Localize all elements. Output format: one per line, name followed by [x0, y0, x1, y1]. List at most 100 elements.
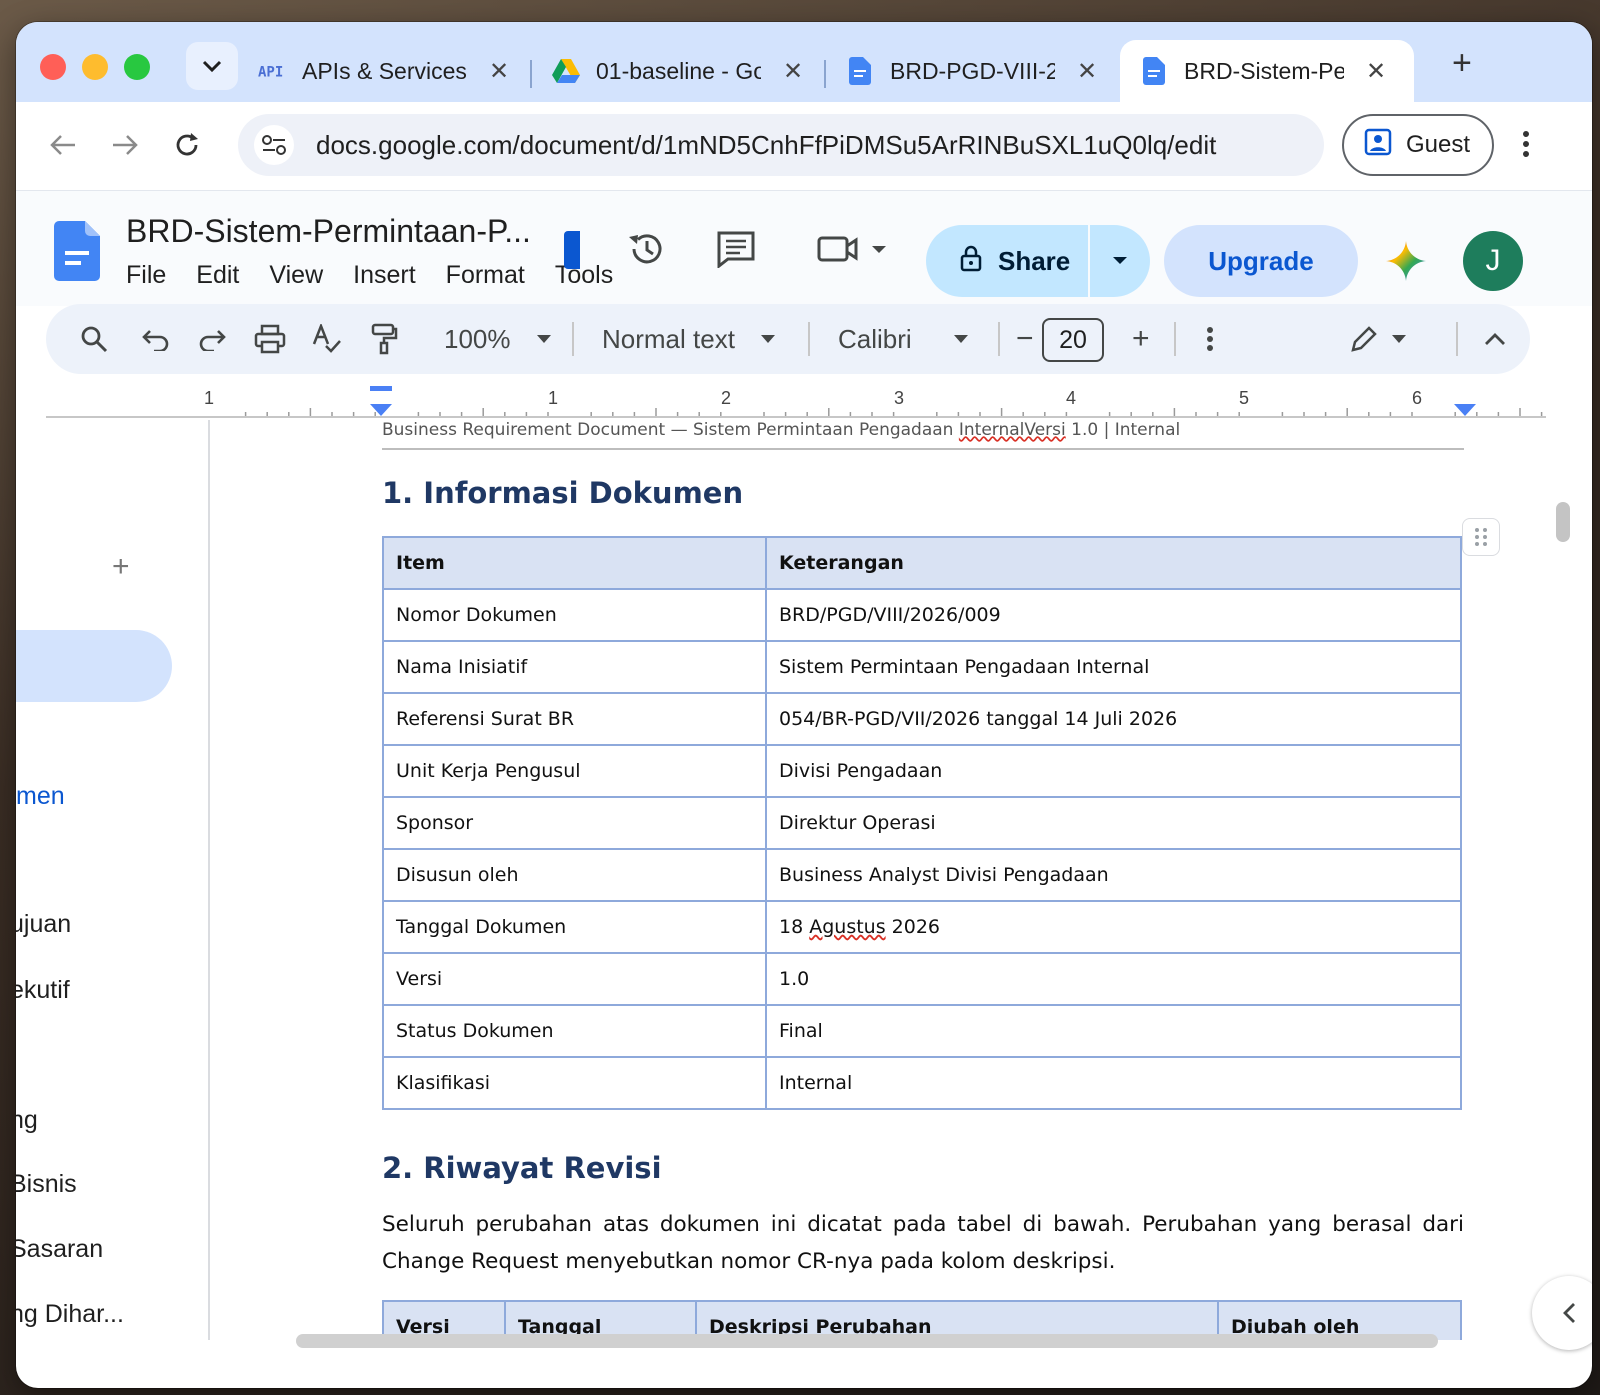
menu-view[interactable]: View	[269, 261, 323, 290]
google-docs-icon	[1140, 57, 1168, 85]
editing-mode-icon[interactable]	[1350, 304, 1406, 374]
back-icon[interactable]	[46, 128, 80, 162]
outline-item[interactable]: ujuan	[16, 910, 71, 939]
outline-item[interactable]: ng Dihar...	[16, 1300, 124, 1329]
reload-icon[interactable]	[170, 128, 204, 162]
outline-item[interactable]: Sasaran	[16, 1235, 103, 1264]
tab-apis-services[interactable]: API APIs & Services ✕	[238, 40, 529, 102]
font-select[interactable]: Calibri	[838, 304, 968, 374]
close-tab-icon[interactable]: ✕	[489, 57, 509, 86]
table-cell: 1.0	[765, 952, 1462, 1006]
paint-format-icon[interactable]	[370, 304, 398, 374]
ruler: 1 1 2 3 4 5 6	[46, 384, 1546, 418]
table-drag-handle-icon[interactable]	[1462, 518, 1500, 556]
menu-format[interactable]: Format	[446, 261, 525, 290]
close-tab-icon[interactable]: ✕	[1366, 57, 1386, 86]
style-select[interactable]: Normal text	[602, 304, 775, 374]
print-icon[interactable]	[254, 304, 286, 374]
table-cell: Direktur Operasi	[765, 796, 1462, 850]
menu-insert[interactable]: Insert	[353, 261, 416, 290]
section-heading: 1. Informasi Dokumen	[382, 476, 744, 510]
address-bar[interactable]: docs.google.com/document/d/1mND5CnhFfPiD…	[238, 114, 1324, 176]
tab-baseline[interactable]: 01-baseline - Go ✕	[532, 40, 823, 102]
increase-font-size-icon[interactable]: +	[1132, 304, 1150, 374]
toolbar-separator	[808, 322, 810, 356]
share-dropdown-icon[interactable]	[1090, 256, 1150, 266]
redo-icon[interactable]	[198, 304, 226, 374]
hide-menus-icon[interactable]	[1484, 304, 1506, 374]
misspelled-word: Agustus	[809, 916, 886, 938]
tab-search-button[interactable]	[186, 42, 238, 90]
chevron-down-icon	[953, 335, 968, 343]
table-row: Status Dokumen Final	[382, 1004, 1462, 1058]
meet-icon[interactable]	[812, 227, 892, 271]
gemini-icon[interactable]	[1386, 241, 1426, 286]
comments-icon[interactable]	[714, 227, 758, 271]
upgrade-button[interactable]: Upgrade	[1164, 225, 1358, 297]
close-tab-icon[interactable]: ✕	[1077, 57, 1097, 86]
table-header-cell: Item	[382, 536, 767, 590]
profile-button[interactable]: Guest	[1342, 114, 1494, 176]
menu-bar: File Edit View Insert Format Tools	[126, 251, 686, 301]
version-history-icon[interactable]	[624, 227, 668, 271]
close-tab-icon[interactable]: ✕	[783, 57, 803, 86]
table-cell: Nama Inisiatif	[382, 640, 767, 694]
add-tab-icon[interactable]: +	[112, 550, 130, 584]
style-value: Normal text	[602, 323, 735, 354]
table-cell: Sistem Permintaan Pengadaan Internal	[765, 640, 1462, 694]
decrease-font-size-icon[interactable]: −	[1016, 304, 1034, 374]
table-row: Versi 1.0	[382, 952, 1462, 1006]
section-heading: 2. Riwayat Revisi	[382, 1151, 662, 1185]
outline-item[interactable]: ekutif	[16, 976, 70, 1005]
docs-home-icon[interactable]	[54, 221, 100, 286]
api-icon: API	[258, 57, 286, 85]
toolbar-separator	[998, 322, 1000, 356]
document-page[interactable]: Business Requirement Document — Sistem P…	[212, 420, 1528, 1340]
tab-label: APIs & Services	[302, 57, 467, 84]
formatting-toolbar: 100% Normal text Calibri − 20 +	[46, 304, 1530, 374]
chevron-down-icon	[760, 335, 775, 343]
table-cell: Unit Kerja Pengusul	[382, 744, 767, 798]
ruler-baseline	[46, 416, 1546, 418]
table-row: Klasifikasi Internal	[382, 1056, 1462, 1110]
more-options-icon[interactable]	[1206, 304, 1214, 374]
table-row: Tanggal Dokumen 18 Agustus 2026	[382, 900, 1462, 954]
vertical-scrollbar[interactable]	[1556, 502, 1570, 542]
spellcheck-icon[interactable]	[312, 304, 342, 374]
first-line-indent-marker[interactable]	[370, 386, 392, 391]
undo-icon[interactable]	[142, 304, 170, 374]
table-cell: 18 Agustus 2026	[765, 900, 1462, 954]
tab-brd-sistem[interactable]: BRD-Sistem-Per ✕	[1120, 40, 1414, 102]
svg-text:API: API	[258, 65, 283, 81]
account-avatar[interactable]: J	[1463, 231, 1523, 291]
outline-item[interactable]: Bisnis	[16, 1170, 77, 1199]
document-title[interactable]: BRD-Sistem-Permintaan-P...	[126, 213, 531, 250]
table-cell: Final	[765, 1004, 1462, 1058]
menu-edit[interactable]: Edit	[196, 261, 239, 290]
browser-menu-icon[interactable]	[1522, 130, 1530, 163]
new-tab-button[interactable]: +	[1452, 44, 1472, 83]
menu-file[interactable]: File	[126, 261, 166, 290]
share-button[interactable]: Share	[926, 225, 1150, 297]
maximize-window-button[interactable]	[124, 54, 150, 80]
outline-item[interactable]: ng	[16, 1106, 38, 1135]
forward-icon[interactable]	[108, 128, 142, 162]
toolbar-separator	[1456, 322, 1458, 356]
font-size-input[interactable]: 20	[1042, 318, 1104, 362]
outline-item[interactable]: men	[16, 782, 65, 811]
google-docs-icon	[846, 57, 874, 85]
docs-tab-indicator	[564, 231, 580, 269]
search-menus-icon[interactable]	[80, 304, 108, 374]
profile-icon	[1364, 128, 1392, 163]
minimize-window-button[interactable]	[82, 54, 108, 80]
tab-brd-pgd[interactable]: BRD-PGD-VIII-2 ✕	[826, 40, 1117, 102]
selected-document-tab[interactable]	[16, 630, 172, 702]
table-cell: BRD/PGD/VIII/2026/009	[765, 588, 1462, 642]
zoom-select[interactable]: 100%	[444, 304, 551, 374]
table-cell: Versi	[382, 952, 767, 1006]
google-drive-icon	[552, 57, 580, 85]
side-panel-toggle[interactable]	[1532, 1276, 1592, 1350]
horizontal-scrollbar[interactable]	[296, 1334, 1438, 1348]
site-settings-icon[interactable]	[254, 125, 294, 165]
close-window-button[interactable]	[40, 54, 66, 80]
